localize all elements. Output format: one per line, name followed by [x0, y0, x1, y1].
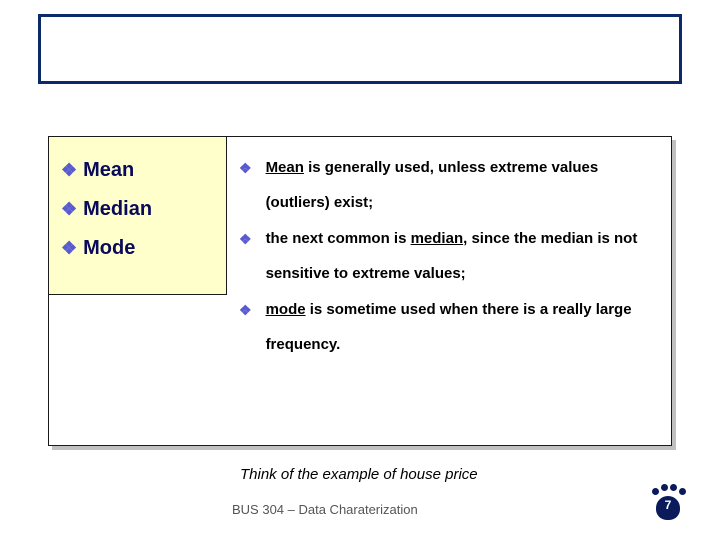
keyword-median: median	[411, 230, 464, 247]
keyword-mean: Mean	[266, 159, 304, 176]
diamond-bullet-icon: ❖	[239, 293, 252, 327]
keyword-mode: mode	[266, 301, 306, 318]
desc-text: Mean is generally used, unless extreme v…	[266, 151, 659, 220]
measure-label: Mode	[83, 237, 135, 260]
content-box: ❖ Mean ❖ Median ❖ Mode ❖ Mean is general…	[48, 136, 672, 446]
description-panel: ❖ Mean is generally used, unless extreme…	[239, 151, 659, 364]
diamond-bullet-icon: ❖	[61, 198, 77, 220]
diamond-bullet-icon: ❖	[239, 151, 252, 185]
diamond-bullet-icon: ❖	[61, 159, 77, 181]
page-number: 7	[650, 498, 686, 512]
measure-item-mode: ❖ Mode	[61, 237, 220, 260]
desc-item-mode: ❖ mode is sometime used when there is a …	[239, 293, 659, 362]
title-bar	[38, 14, 682, 84]
page-number-paw-icon: 7	[650, 484, 686, 526]
desc-item-mean: ❖ Mean is generally used, unless extreme…	[239, 151, 659, 220]
desc-item-median: ❖ the next common is median, since the m…	[239, 222, 659, 291]
measure-item-median: ❖ Median	[61, 198, 220, 221]
example-hint: Think of the example of house price	[240, 466, 478, 483]
footer-text: BUS 304 – Data Charaterization	[232, 502, 418, 517]
measures-panel: ❖ Mean ❖ Median ❖ Mode	[49, 137, 227, 295]
measure-label: Median	[83, 198, 152, 221]
measure-label: Mean	[83, 159, 134, 182]
diamond-bullet-icon: ❖	[61, 237, 77, 259]
desc-text: mode is sometime used when there is a re…	[266, 293, 659, 362]
diamond-bullet-icon: ❖	[239, 222, 252, 256]
desc-text: the next common is median, since the med…	[266, 222, 659, 291]
measure-item-mean: ❖ Mean	[61, 159, 220, 182]
